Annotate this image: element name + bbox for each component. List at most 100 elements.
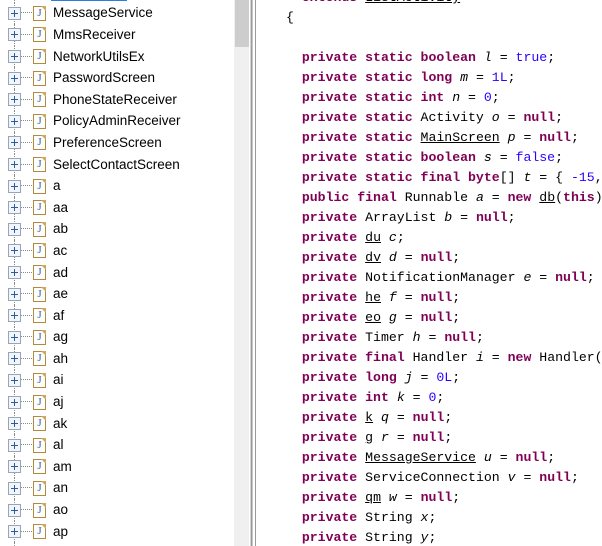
java-file-icon-glyph: J — [37, 266, 42, 279]
plus-box-icon[interactable] — [8, 503, 21, 517]
code-type-link[interactable]: db — [539, 190, 555, 205]
tree-item-PhoneStateReceiver[interactable]: J PhoneStateReceiver — [0, 88, 233, 111]
code-token: Timer — [357, 330, 413, 345]
plus-box-icon[interactable] — [8, 71, 21, 85]
plus-box-icon[interactable] — [8, 93, 21, 107]
plus-box-icon[interactable] — [8, 158, 21, 172]
code-type-link[interactable]: MessageService — [365, 450, 476, 465]
plus-box-icon[interactable] — [8, 438, 21, 452]
code-type-link[interactable]: ListActivity — [365, 0, 460, 5]
plus-box-icon[interactable] — [8, 395, 21, 409]
tree-item-ae[interactable]: Jae — [0, 283, 233, 305]
code-token: null — [539, 470, 571, 485]
tree-item-ak[interactable]: Jak — [0, 412, 233, 435]
tree-item-SelectContactScreen[interactable]: J SelectContactScreen — [0, 153, 233, 176]
panel-splitter[interactable] — [249, 0, 269, 546]
tree-item-ah[interactable]: Jah — [0, 348, 233, 370]
tree-vertical-scrollbar[interactable] — [233, 0, 249, 546]
tree-item-ab[interactable]: Jab — [0, 218, 233, 241]
tree-item-an[interactable]: Jan — [0, 477, 233, 500]
code-token: c — [388, 230, 397, 245]
plus-box-icon[interactable] — [8, 179, 21, 193]
tree-item-am[interactable]: Jam — [0, 456, 233, 478]
code-token: private — [301, 250, 358, 265]
scrollbar-thumb[interactable] — [235, 0, 249, 47]
code-token: private — [301, 530, 358, 545]
plus-box-icon[interactable] — [8, 417, 21, 431]
plus-box-icon[interactable] — [8, 287, 21, 301]
plus-box-icon[interactable] — [8, 136, 21, 150]
tree-item-MmsReceiver[interactable]: J MmsReceiver — [0, 24, 233, 46]
plus-box-icon[interactable] — [8, 525, 21, 539]
plus-box-icon[interactable] — [8, 201, 21, 215]
code-type-link[interactable]: qm — [365, 490, 381, 505]
code-line: private String x; — [286, 508, 602, 528]
tree-item-aa[interactable]: Jaa — [0, 196, 233, 219]
code-token: ; — [452, 370, 461, 385]
plus-box-icon[interactable] — [8, 222, 21, 236]
source-code-panel[interactable]: public final MainScreen extends ListActi… — [269, 0, 602, 546]
code-token: null — [420, 250, 453, 265]
tree-item-ag[interactable]: Jag — [0, 326, 233, 349]
tree-item-MessageService[interactable]: J MessageService — [0, 2, 233, 25]
java-file-icon-glyph: J — [37, 71, 42, 84]
tree-item-ai[interactable]: Jai — [0, 369, 233, 392]
code-token: null — [515, 450, 548, 465]
plus-box-icon[interactable] — [8, 481, 21, 495]
plus-box-icon[interactable] — [8, 50, 21, 64]
code-token: Handler(); — [539, 350, 602, 365]
plus-box-icon[interactable] — [8, 28, 21, 42]
code-type-link[interactable]: dv — [365, 250, 381, 265]
code-type-link[interactable]: g — [365, 430, 373, 445]
tree-item-ap[interactable]: Jap — [0, 520, 233, 543]
code-token: = — [396, 310, 421, 325]
tree-item-aj[interactable]: Jaj — [0, 391, 233, 413]
tree-item-PasswordScreen[interactable]: J PasswordScreen — [0, 67, 233, 89]
plus-box-icon[interactable] — [8, 6, 21, 20]
code-type-link[interactable]: MainScreen — [421, 130, 500, 145]
tree-item-aq[interactable]: Jaq — [0, 542, 233, 546]
code-token: null — [412, 430, 445, 445]
code-type-link[interactable]: du — [365, 230, 381, 245]
source-code-text[interactable]: public final MainScreen extends ListActi… — [286, 0, 602, 546]
plus-box-icon[interactable] — [8, 330, 21, 344]
tree-item-PolicyAdminReceiver[interactable]: J PolicyAdminReceiver — [0, 110, 233, 133]
tree-item-a[interactable]: Ja — [0, 175, 233, 197]
plus-box-icon[interactable] — [8, 244, 21, 258]
code-type-link[interactable]: he — [365, 290, 381, 305]
code-type-link[interactable]: k — [365, 410, 373, 425]
code-token: private static boolean — [301, 150, 476, 165]
java-file-icon-glyph: J — [37, 179, 42, 192]
tree-connector-stub — [21, 401, 32, 403]
code-token: = — [483, 190, 508, 205]
tree-connector-stub — [21, 249, 32, 252]
tree-item-af[interactable]: Jaf — [0, 304, 233, 327]
plus-box-icon[interactable] — [8, 373, 21, 387]
tree-connector-stub — [21, 530, 32, 533]
code-token: 0 — [483, 90, 492, 105]
plus-box-icon[interactable] — [8, 309, 21, 323]
plus-box-icon[interactable] — [8, 352, 21, 366]
code-line: private dv d = null; — [286, 248, 602, 268]
tree-item-ad[interactable]: Jad — [0, 261, 233, 284]
tree-item-ac[interactable]: Jac — [0, 240, 233, 262]
class-tree-panel[interactable]: JMainScreenJMessageServiceJMmsReceiverJN… — [0, 0, 233, 546]
code-token: = — [396, 250, 421, 265]
tree-item-PreferenceScreen[interactable]: J PreferenceScreen — [0, 132, 233, 154]
tree-item-NetworkUtilsEx[interactable]: J NetworkUtilsEx — [0, 45, 233, 68]
code-type-link[interactable]: eo — [365, 310, 381, 325]
code-token: Activity — [412, 110, 492, 125]
tree-item-ao[interactable]: Jao — [0, 499, 233, 521]
tree-item-al[interactable]: Jal — [0, 434, 233, 457]
java-file-icon: J — [33, 243, 46, 259]
plus-box-icon[interactable] — [8, 114, 21, 128]
plus-box-icon[interactable] — [8, 266, 21, 280]
plus-box-icon[interactable] — [8, 460, 21, 474]
